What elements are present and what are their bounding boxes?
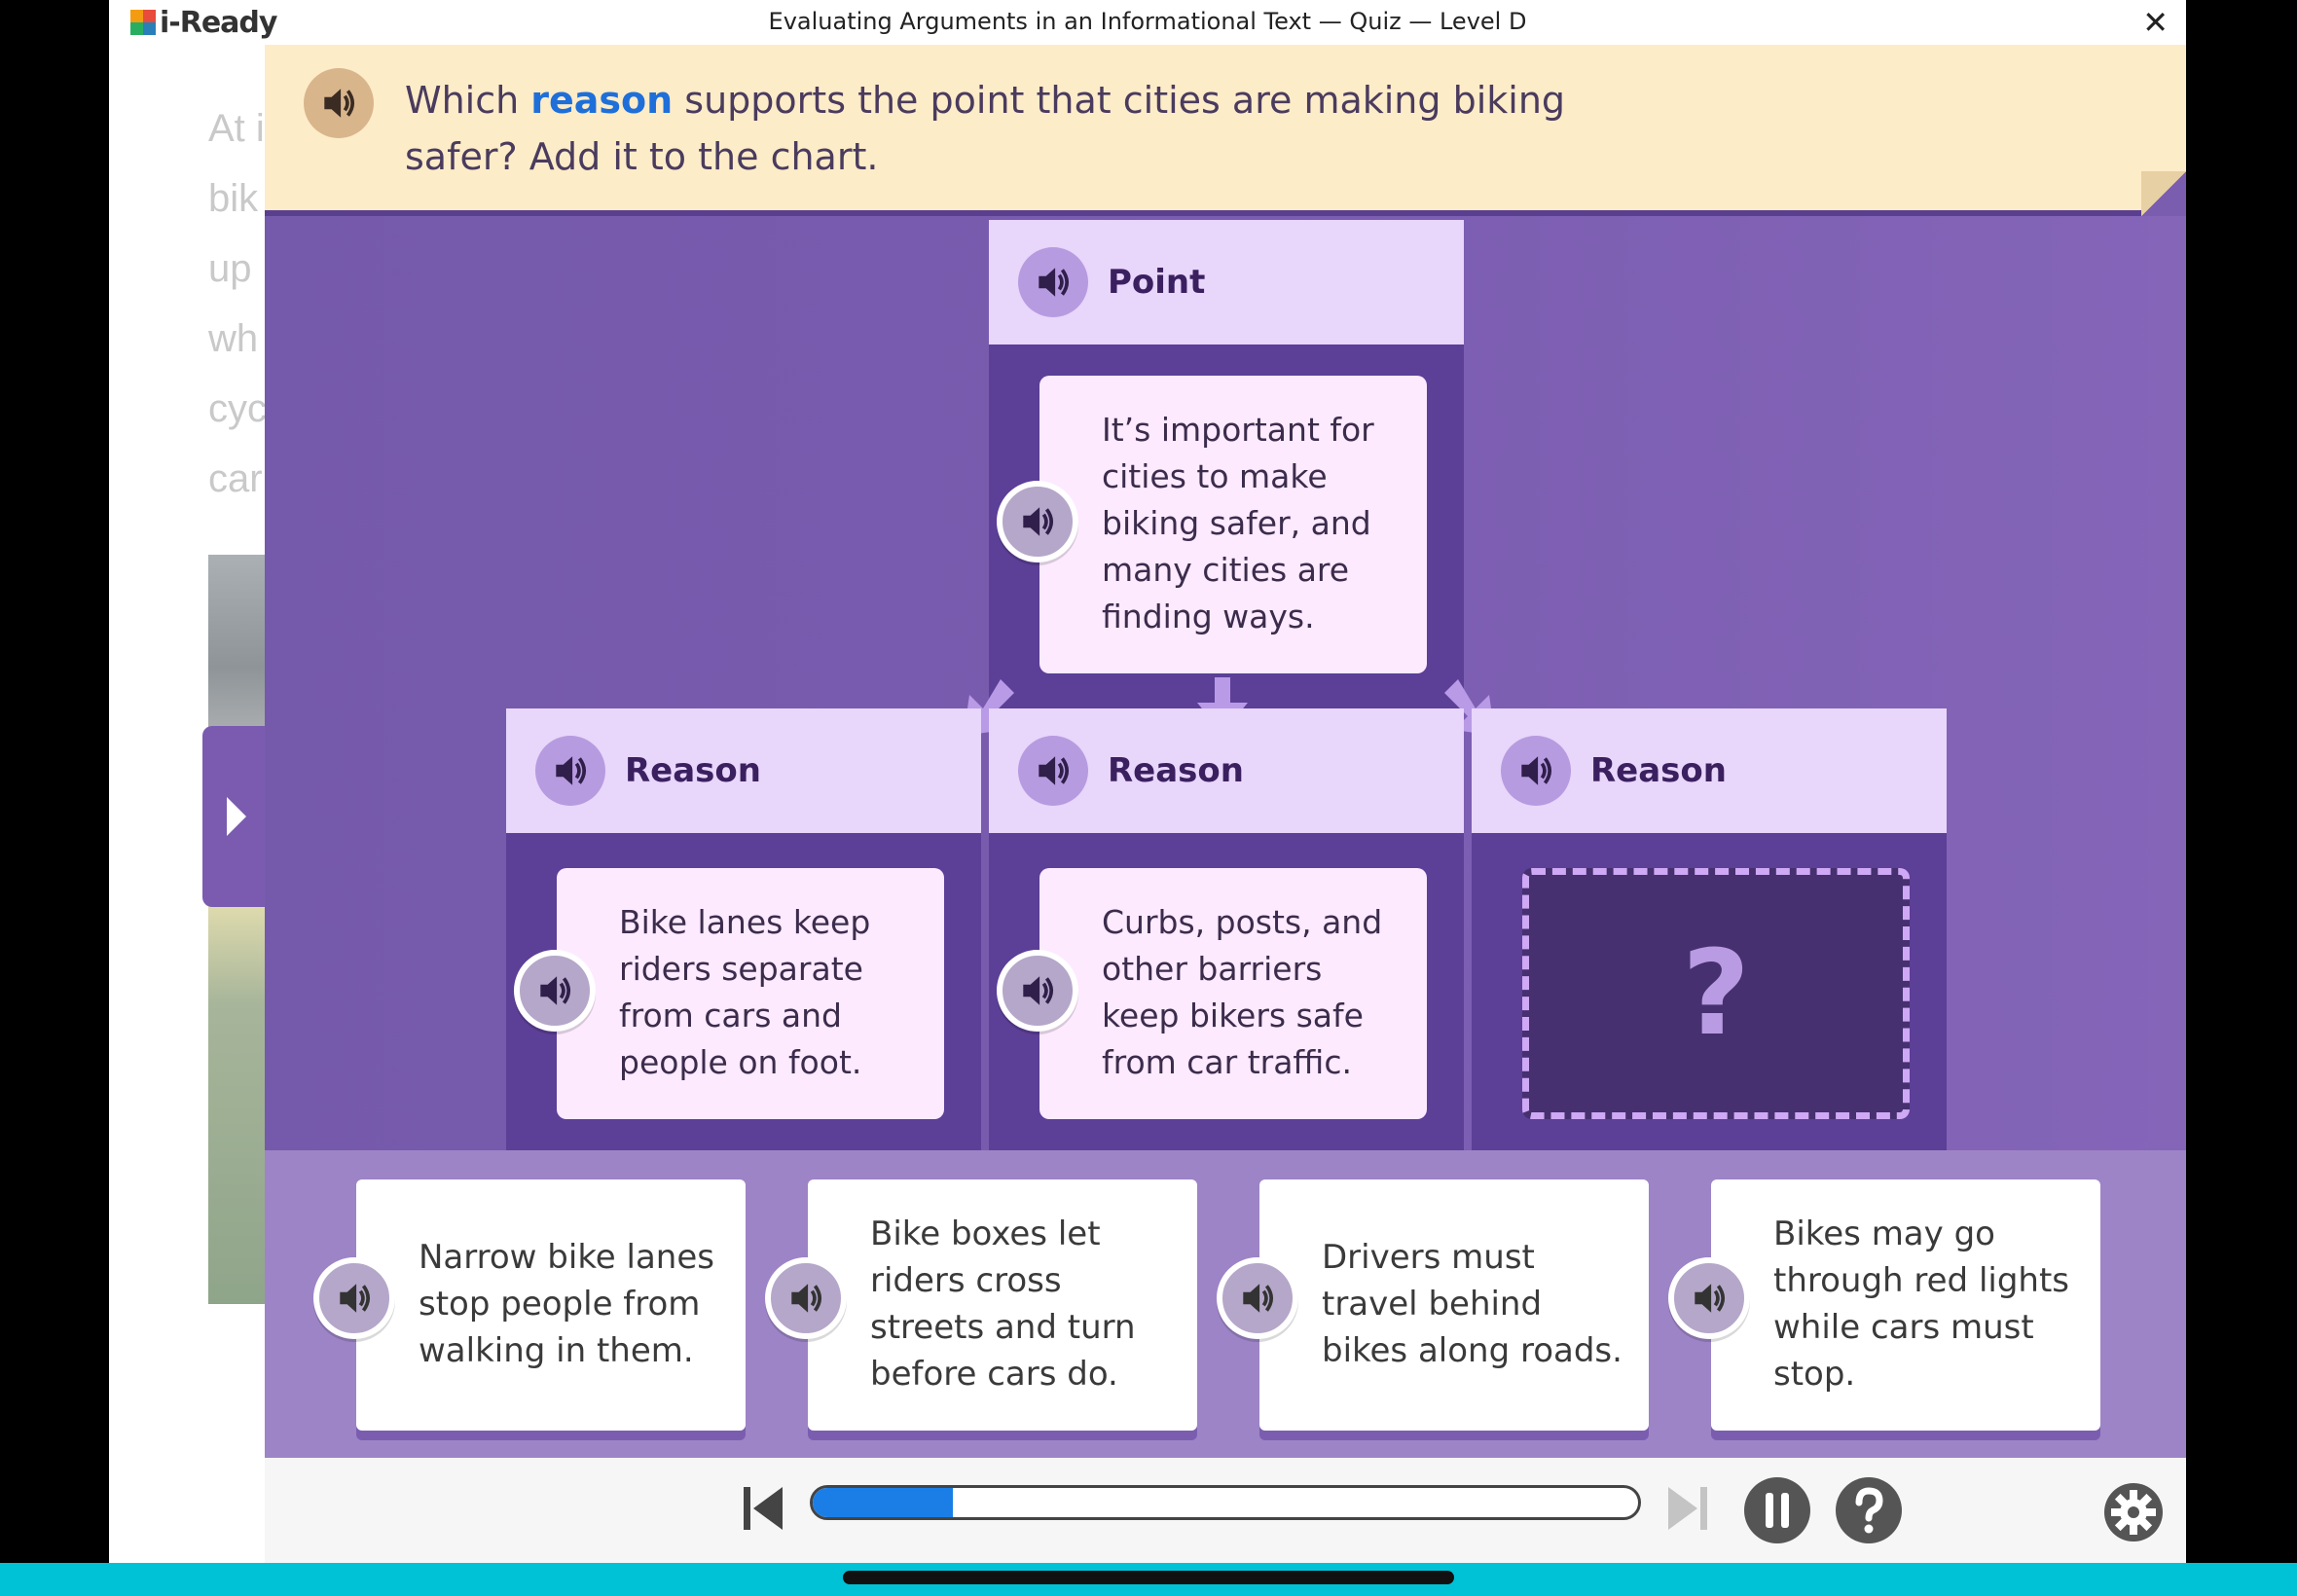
player-footer — [265, 1458, 2186, 1563]
prompt-keyword[interactable]: reason — [530, 79, 673, 122]
speaker-icon — [1039, 268, 1070, 297]
reason-card-audio-button[interactable] — [514, 950, 596, 1032]
reason-drop-zone[interactable]: ? — [1522, 868, 1910, 1119]
point-header-audio-button[interactable] — [1018, 247, 1088, 317]
passage-line: At i — [208, 107, 265, 150]
home-indicator[interactable] — [843, 1571, 1454, 1584]
choice-audio-button[interactable] — [765, 1257, 847, 1339]
quiz-area: Which reason supports the point that cit… — [265, 45, 2186, 1563]
help-icon — [1855, 1487, 1883, 1534]
speaker-icon — [1039, 756, 1070, 785]
reason-card: Curbs, posts, and other barriers keep bi… — [997, 868, 1427, 1119]
speaker-icon — [1243, 1284, 1274, 1313]
prompt-text: Which reason supports the point that cit… — [405, 72, 1573, 185]
point-column: Point It’s important for cities to make … — [989, 220, 1464, 708]
drop-zone-placeholder: ? — [1682, 925, 1750, 1062]
reason-header-label: Reason — [625, 751, 761, 790]
answer-choice-2[interactable]: Bike boxes let riders cross streets and … — [765, 1179, 1197, 1431]
reason-header: Reason — [1472, 708, 1947, 833]
reason-card-audio-button[interactable] — [997, 950, 1078, 1032]
answer-choice-4[interactable]: Bikes may go through red lights while ca… — [1668, 1179, 2100, 1431]
reason-header-audio-button[interactable] — [1018, 736, 1088, 806]
point-card-text: It’s important for cities to make biking… — [1102, 411, 1374, 635]
help-button[interactable] — [1836, 1477, 1902, 1543]
speaker-icon — [1023, 976, 1054, 1005]
speaker-icon — [1695, 1284, 1726, 1313]
app-screen: i-Ready Evaluating Arguments in an Infor… — [109, 0, 2186, 1596]
passage-line: car — [208, 457, 263, 500]
passage-line: cyc — [208, 387, 267, 430]
choice-text: Drivers must travel behind bikes along r… — [1322, 1238, 1622, 1370]
settings-button[interactable] — [2102, 1481, 2165, 1543]
speaker-icon — [540, 976, 571, 1005]
point-card: It’s important for cities to make biking… — [997, 376, 1427, 673]
answer-choice-3[interactable]: Drivers must travel behind bikes along r… — [1217, 1179, 1649, 1431]
passage-line: bik — [208, 177, 259, 220]
reason-header-label: Reason — [1108, 751, 1244, 790]
skip-back-icon — [744, 1487, 783, 1530]
progress-bar — [810, 1485, 1641, 1520]
reason-column-2: Reason Curbs, posts, and other barriers … — [989, 708, 1464, 1150]
point-card-audio-button[interactable] — [997, 481, 1078, 562]
skip-forward-button[interactable] — [1664, 1483, 1711, 1534]
progress-fill — [813, 1488, 954, 1517]
reason-card-text: Bike lanes keep riders separate from car… — [619, 903, 871, 1081]
speaker-icon — [791, 1284, 822, 1313]
chevron-right-icon — [227, 797, 246, 836]
prompt-text-before: Which — [405, 79, 531, 122]
choice-audio-button[interactable] — [313, 1257, 395, 1339]
skip-forward-icon — [1668, 1487, 1707, 1530]
reason-header-audio-button[interactable] — [535, 736, 605, 806]
prompt-audio-button[interactable] — [304, 68, 374, 138]
reason-card-text: Curbs, posts, and other barriers keep bi… — [1102, 903, 1383, 1081]
point-header-label: Point — [1108, 263, 1206, 302]
point-header: Point — [989, 220, 1464, 345]
passage-line: up — [208, 247, 252, 290]
answer-choices-tray: Narrow bike lanes stop people from walki… — [265, 1150, 2186, 1458]
skip-back-button[interactable] — [740, 1483, 786, 1534]
reason-column-1: Reason Bike lanes keep riders separate f… — [506, 708, 981, 1150]
speaker-icon — [324, 89, 355, 118]
close-icon[interactable]: ✕ — [2142, 6, 2169, 39]
passage-photo — [208, 555, 267, 1304]
reason-card: Bike lanes keep riders separate from car… — [514, 868, 944, 1119]
expand-passage-button[interactable] — [202, 726, 271, 907]
pause-icon — [1766, 1493, 1789, 1528]
page-fold — [2141, 171, 2186, 216]
answer-choice-1[interactable]: Narrow bike lanes stop people from walki… — [313, 1179, 746, 1431]
reason-header: Reason — [989, 708, 1464, 833]
question-prompt: Which reason supports the point that cit… — [265, 45, 2186, 216]
passage-panel: At i bik up wh cyc car — [109, 45, 271, 1596]
window-title: Evaluating Arguments in an Informational… — [768, 8, 1527, 35]
speaker-icon — [1023, 507, 1054, 536]
reason-header: Reason — [506, 708, 981, 833]
title-bar: i-Ready Evaluating Arguments in an Infor… — [109, 0, 2186, 45]
speaker-icon — [1521, 756, 1552, 785]
choice-text: Bikes may go through red lights while ca… — [1773, 1215, 2070, 1394]
choice-audio-button[interactable] — [1217, 1257, 1298, 1339]
gear-icon — [2104, 1483, 2163, 1542]
reason-column-3: Reason ? — [1472, 708, 1947, 1150]
choice-audio-button[interactable] — [1668, 1257, 1750, 1339]
reason-header-audio-button[interactable] — [1501, 736, 1571, 806]
pause-button[interactable] — [1744, 1477, 1810, 1543]
speaker-icon — [556, 756, 587, 785]
reason-header-label: Reason — [1590, 751, 1727, 790]
choice-text: Bike boxes let riders cross streets and … — [870, 1215, 1136, 1394]
choice-text: Narrow bike lanes stop people from walki… — [419, 1238, 714, 1370]
passage-line: wh — [208, 317, 259, 360]
speaker-icon — [340, 1284, 371, 1313]
